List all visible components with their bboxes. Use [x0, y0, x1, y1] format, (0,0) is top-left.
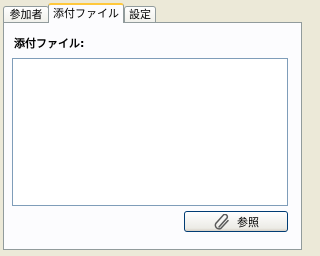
tab-attachments[interactable]: 添付ファイル [48, 3, 124, 23]
tab-participants[interactable]: 参加者 [3, 6, 49, 23]
tab-panel: 添付ファイル: 参照 [3, 22, 302, 250]
browse-button[interactable]: 参照 [184, 211, 288, 232]
attachments-label: 添付ファイル: [14, 37, 85, 50]
attachments-list[interactable] [12, 58, 288, 206]
tab-settings[interactable]: 設定 [124, 6, 156, 23]
browse-button-label: 参照 [237, 215, 259, 229]
paperclip-icon [213, 213, 233, 230]
